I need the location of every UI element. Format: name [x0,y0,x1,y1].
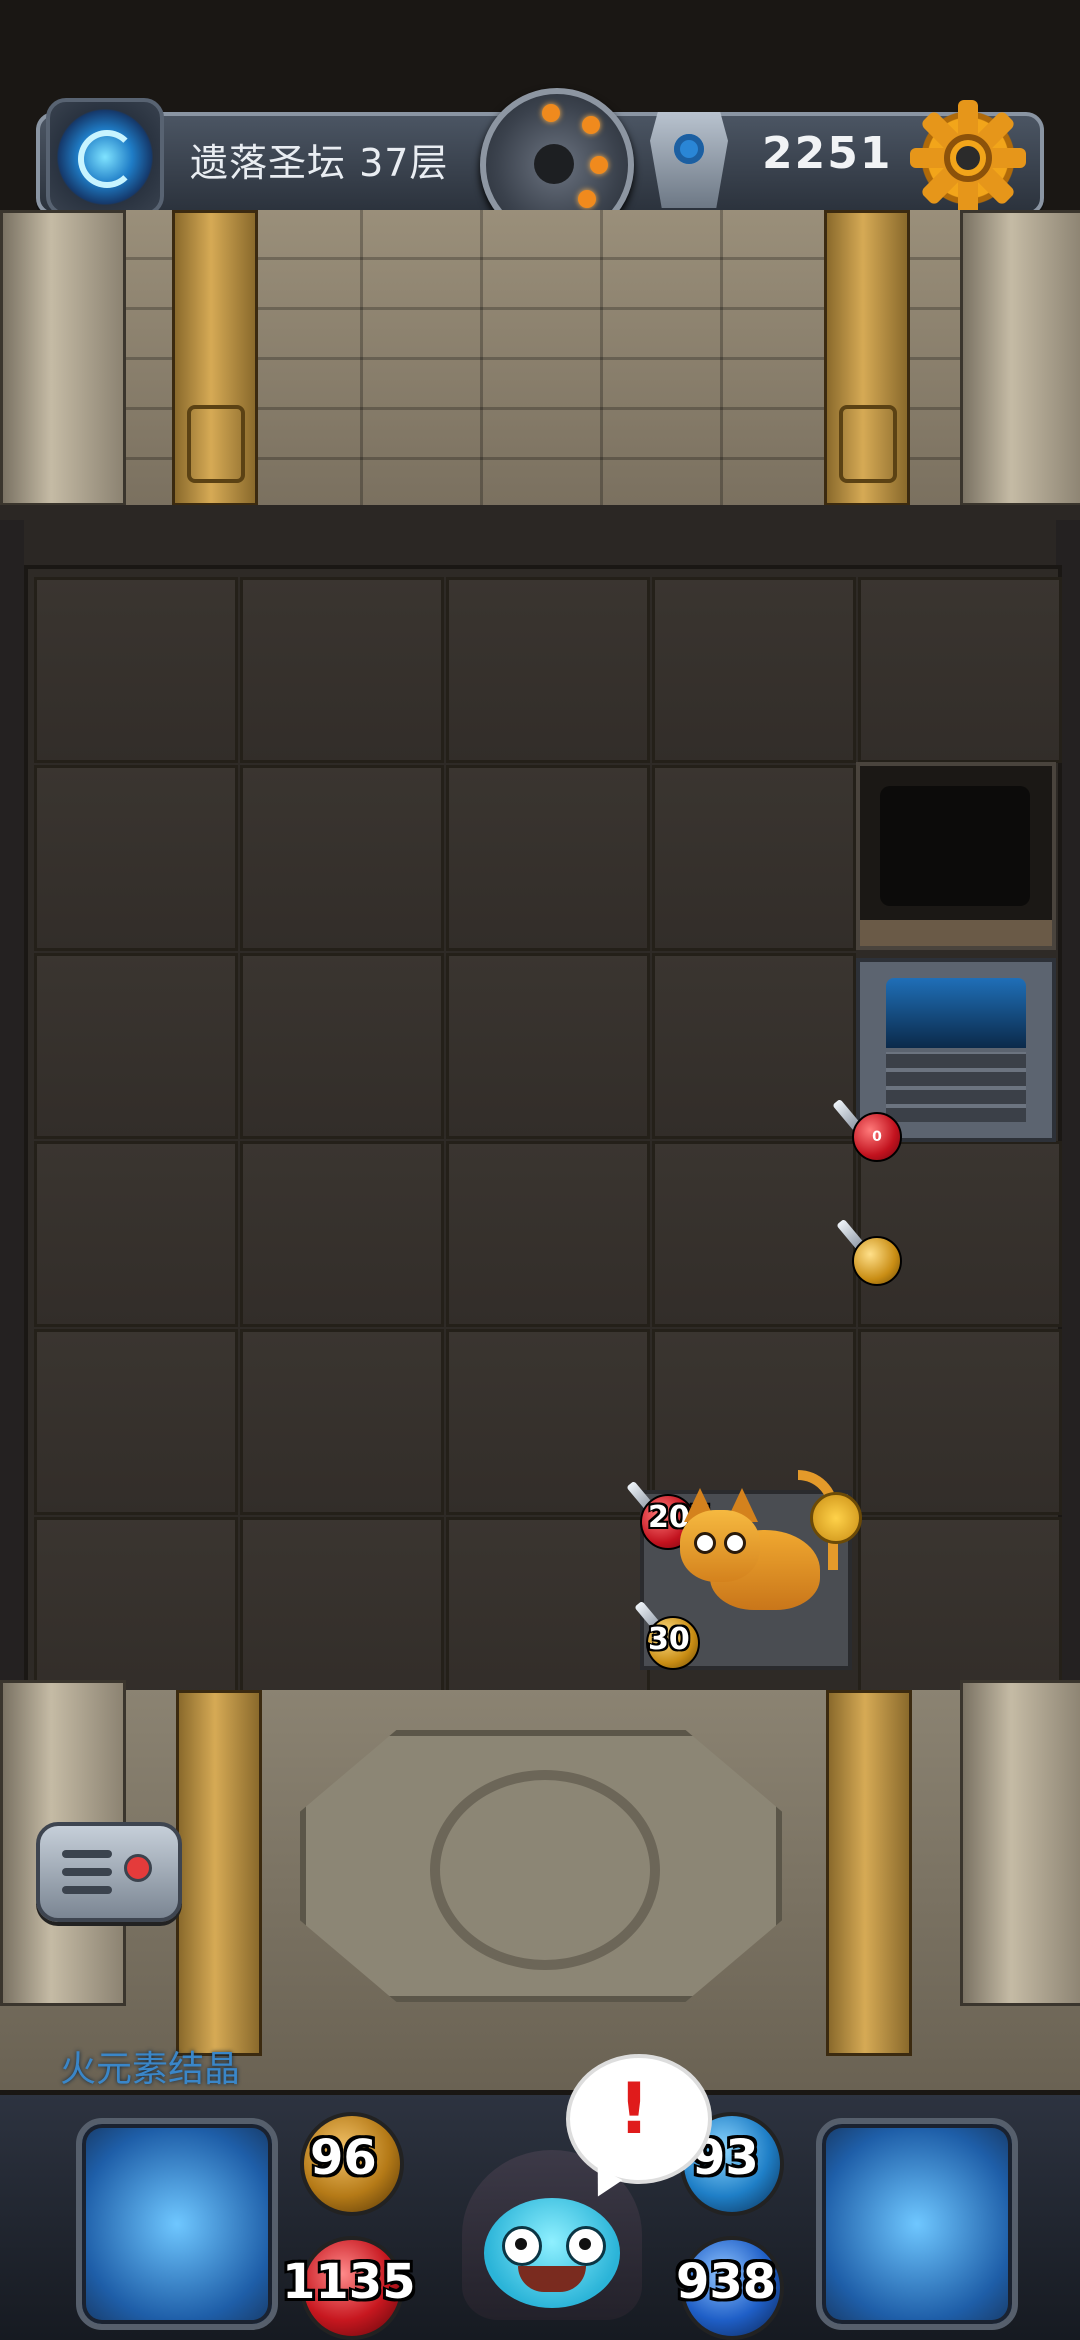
board-cell[interactable] [34,1141,238,1327]
board-cell[interactable] [240,577,444,763]
potion-value: 0 [872,1129,882,1145]
menu-button[interactable] [36,1822,182,1922]
gold-post-left [172,210,258,506]
gold-post-lower-left [176,1690,262,2056]
gold-attack-orb[interactable] [852,1236,902,1286]
charge-dot [590,156,608,174]
board-cell[interactable] [240,1329,444,1515]
board-cell[interactable] [652,765,856,951]
alert-exclamation-icon: ! [618,2068,650,2150]
board-cell[interactable] [446,1517,650,1703]
board-cell[interactable] [240,1141,444,1327]
board-cell[interactable] [34,953,238,1139]
board-cell[interactable] [858,1329,1062,1515]
cat-head [680,1510,760,1582]
slime-eye [566,2226,606,2266]
board-cell[interactable] [446,765,650,951]
rune-emblem [839,405,897,483]
floor-label: 遗落圣坛 37层 [190,141,449,185]
broken-floor-hole[interactable] [856,762,1056,950]
wall-ledge [0,505,1080,569]
hero-equipment-portrait[interactable] [76,2118,278,2330]
board-cell[interactable] [240,953,444,1139]
attack-stat-value: 96 [310,2130,377,2186]
board-cell[interactable] [240,1517,444,1703]
cat-eye [694,1532,716,1554]
sword-badge-icon [810,1492,862,1544]
spellbook-portrait[interactable] [816,2118,1018,2330]
board-cell[interactable] [858,577,1062,763]
charge-dot [582,116,600,134]
red-potion-orb[interactable]: 0 [852,1112,902,1162]
right-pillar [960,210,1080,506]
portal-icon[interactable] [46,98,164,216]
board-cell[interactable] [446,1141,650,1327]
board-cell[interactable] [652,1141,856,1327]
currency-count: 2251 [762,128,893,179]
slime-eye [502,2226,542,2266]
board-cell[interactable] [446,577,650,763]
menu-line [62,1886,112,1894]
right-lower-pillar [960,1680,1080,2006]
altar-ring [430,1770,660,1970]
board-cell[interactable] [446,1329,650,1515]
charge-dot [578,190,596,208]
hp-stat-value: 1135 [282,2254,416,2310]
rune-emblem [187,405,245,483]
menu-line [62,1868,112,1876]
top-stone-wall [0,210,1080,510]
board-cell[interactable] [240,765,444,951]
settings-gear-icon[interactable] [910,100,1026,216]
left-side-wall [0,520,24,1700]
board-cell[interactable] [34,1329,238,1515]
board-cell[interactable] [34,1517,238,1703]
mp-stat-value: 938 [676,2254,777,2310]
notification-dot [124,1854,152,1882]
shield-currency-icon [650,112,728,208]
board-cell[interactable] [652,577,856,763]
left-pillar [0,210,126,506]
charge-dot [542,104,560,122]
item-hint-label: 火元素结晶 [60,2049,241,2090]
board-cell[interactable] [446,953,650,1139]
gear-hole [956,146,980,170]
gold-post-right [824,210,910,506]
cat-hero-sprite[interactable] [680,1470,838,1640]
board-cell[interactable] [34,765,238,951]
gold-post-lower-right [826,1690,912,2056]
menu-line [62,1850,112,1858]
cat-eye [724,1532,746,1554]
board-cell[interactable] [858,1517,1062,1703]
board-cell[interactable] [652,953,856,1139]
bomb-icon [534,144,574,184]
board-cell[interactable] [858,1141,1062,1327]
board-cell[interactable] [34,577,238,763]
